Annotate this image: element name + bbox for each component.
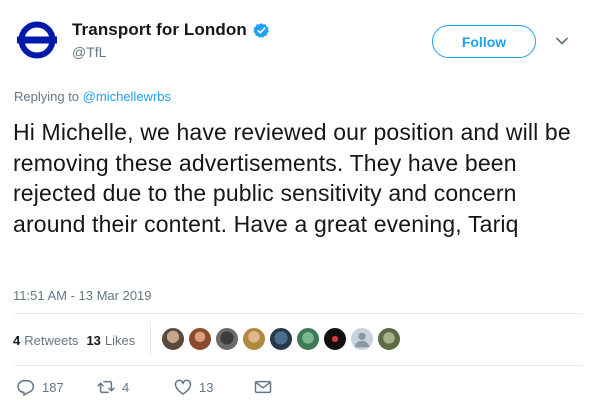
tweet-text: Hi Michelle, we have reviewed our positi… — [13, 119, 571, 237]
tweet-stats: 4 Retweets 13 Likes — [13, 333, 143, 348]
reply-action[interactable]: 187 — [16, 377, 64, 397]
likes-stat[interactable]: 13 Likes — [86, 333, 135, 348]
display-name[interactable]: Transport for London — [72, 20, 247, 40]
retweets-count: 4 — [13, 333, 21, 348]
divider — [13, 365, 583, 366]
reply-target-link[interactable]: @michellewrbs — [83, 89, 171, 104]
envelope-icon — [254, 380, 272, 394]
tweet-timestamp[interactable]: 11:51 AM - 13 Mar 2019 — [13, 288, 152, 303]
default-avatar-icon — [354, 332, 370, 348]
direct-message-action[interactable] — [253, 377, 273, 397]
follow-button[interactable]: Follow — [432, 25, 536, 58]
likes-count: 13 — [86, 333, 101, 348]
like-count: 13 — [199, 379, 214, 395]
tfl-roundel-logo[interactable] — [14, 17, 60, 63]
liker-avatar[interactable] — [296, 327, 320, 351]
retweet-action[interactable]: 4 — [96, 377, 129, 397]
liker-avatars — [161, 327, 401, 351]
liker-avatar[interactable] — [269, 327, 293, 351]
retweets-stat[interactable]: 4 Retweets — [13, 333, 78, 348]
liker-avatar[interactable] — [377, 327, 401, 351]
like-action[interactable]: 13 — [173, 377, 213, 397]
reply-count: 187 — [42, 379, 64, 395]
likes-label: Likes — [104, 333, 136, 348]
divider — [13, 313, 583, 314]
user-handle[interactable]: @TfL — [72, 44, 106, 60]
liker-avatar[interactable] — [215, 327, 239, 351]
stats-separator — [150, 321, 151, 357]
author-name-row: Transport for London — [72, 20, 270, 40]
replying-to-line: Replying to @michellewrbs — [14, 89, 171, 104]
liker-avatar[interactable] — [350, 327, 374, 351]
chevron-down-icon[interactable] — [555, 36, 569, 46]
replying-to-label: Replying to — [14, 89, 80, 104]
reply-icon — [17, 380, 35, 396]
retweets-label: Retweets — [24, 333, 79, 348]
heart-icon — [174, 379, 192, 395]
retweet-count: 4 — [122, 379, 130, 395]
liker-avatar[interactable] — [323, 327, 347, 351]
retweet-icon — [97, 380, 115, 394]
liker-avatar[interactable] — [242, 327, 266, 351]
liker-avatar[interactable] — [161, 327, 185, 351]
liker-avatar[interactable] — [188, 327, 212, 351]
verified-badge-icon — [253, 22, 269, 38]
